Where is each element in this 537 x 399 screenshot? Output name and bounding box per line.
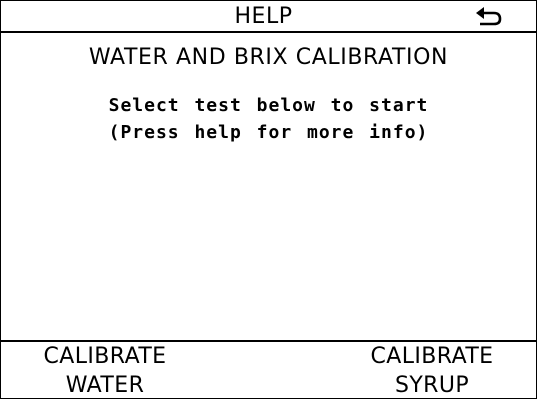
calibrate-water-label-2: WATER bbox=[65, 373, 145, 398]
calibrate-water-label-1: CALIBRATE bbox=[43, 344, 167, 369]
top-bar: HELP bbox=[1, 1, 536, 33]
device-screen: HELP WATER AND BRIX CALIBRATION Select t… bbox=[0, 0, 537, 399]
help-label: HELP bbox=[234, 3, 293, 29]
return-arrow-icon bbox=[476, 7, 502, 26]
page-title: WATER AND BRIX CALIBRATION bbox=[88, 45, 449, 70]
calibrate-water-button[interactable]: CALIBRATE WATER bbox=[30, 342, 180, 398]
calibrate-syrup-button[interactable]: CALIBRATE SYRUP bbox=[357, 342, 507, 398]
calibrate-syrup-label-2: SYRUP bbox=[394, 373, 470, 398]
help-button[interactable]: HELP bbox=[188, 1, 339, 31]
instruction-line-1: Select test below to start bbox=[108, 95, 429, 116]
softkey-bar: CALIBRATE WATER CALIBRATE SYRUP bbox=[1, 340, 536, 398]
instruction-line-2: (Press help for more info) bbox=[108, 122, 429, 143]
back-button[interactable] bbox=[339, 1, 536, 31]
calibrate-syrup-label-1: CALIBRATE bbox=[370, 344, 494, 369]
